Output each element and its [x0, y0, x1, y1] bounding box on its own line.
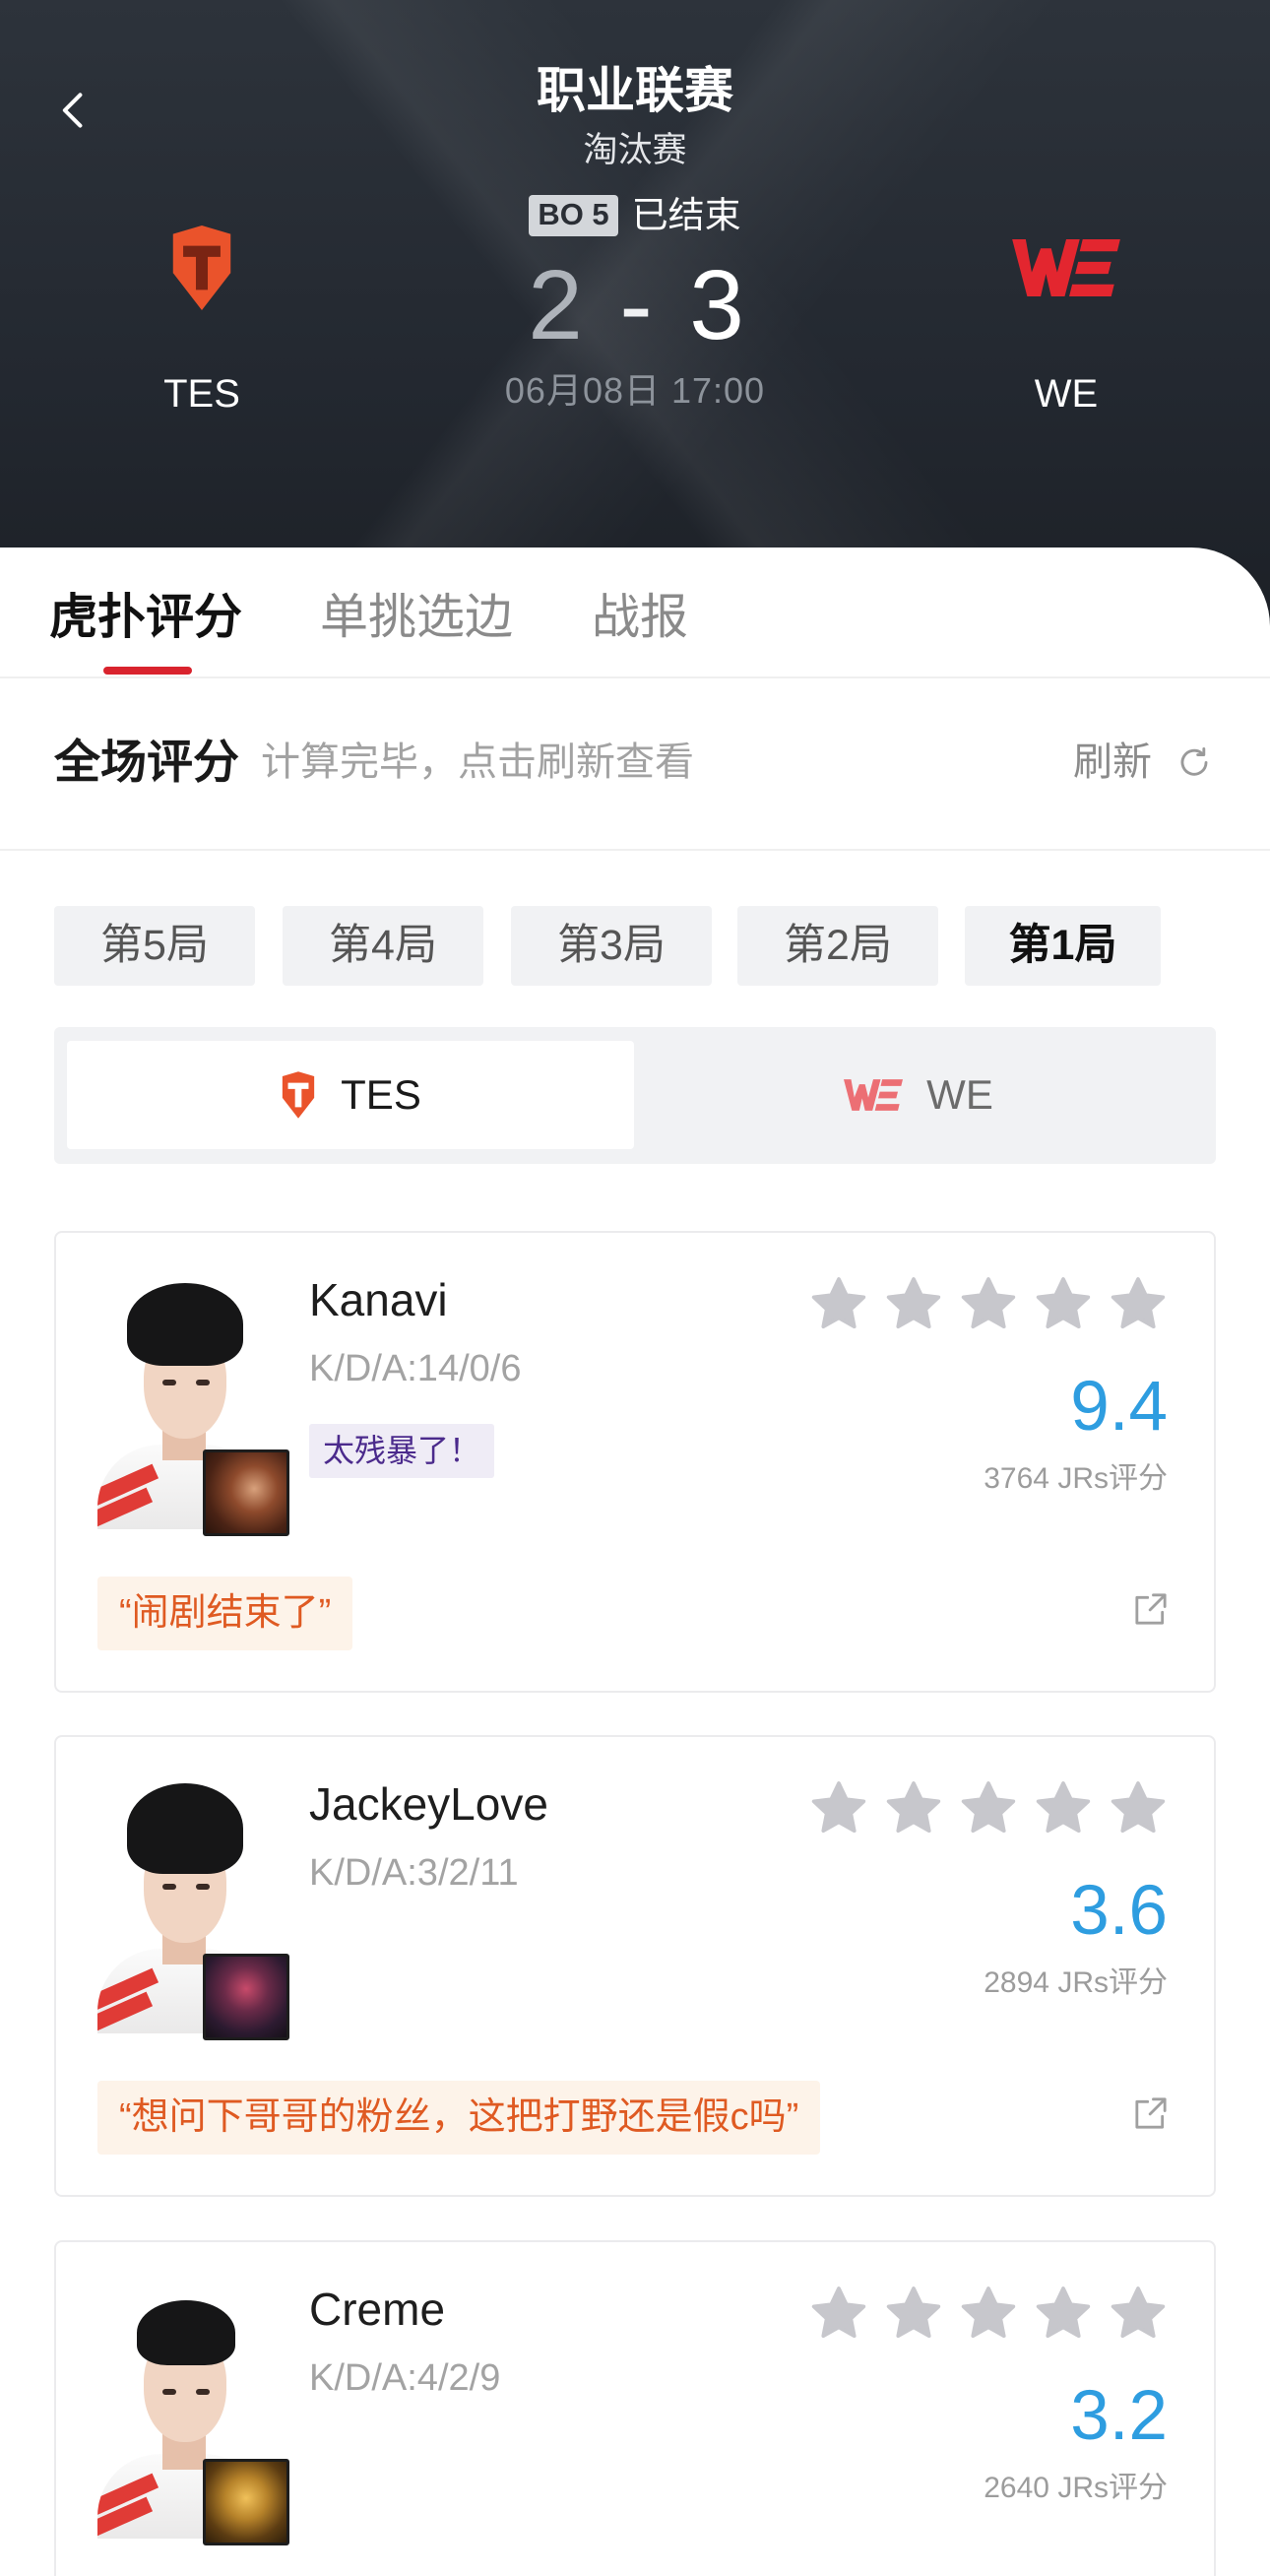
photo-eye [196, 1380, 210, 1385]
star-rating [807, 1272, 1174, 1335]
tabs-divider [0, 676, 1270, 678]
player-score: 9.4 [1070, 1368, 1168, 1446]
photo-hair [137, 2300, 235, 2365]
star-icon[interactable] [882, 1272, 945, 1335]
we-logo-icon [844, 1079, 904, 1111]
photo-eye [196, 2389, 210, 2395]
tab-pick-side[interactable]: 单挑选边 [320, 587, 513, 648]
player-score: 3.6 [1070, 1872, 1168, 1950]
section-hint: 计算完毕，点击刷新查看 [261, 741, 694, 784]
star-icon[interactable] [882, 1776, 945, 1839]
champion-icon [203, 2459, 289, 2545]
content: 虎扑评分 单挑选边 战报 全场评分 计算完毕，点击刷新查看 刷新 第5局 第4局… [0, 0, 1270, 2576]
champion-icon [203, 1954, 289, 2040]
refresh-icon [1180, 746, 1208, 776]
star-icon[interactable] [882, 2282, 945, 2345]
game-5-button[interactable]: 第5局 [54, 906, 255, 986]
share-button[interactable] [1131, 1589, 1171, 1629]
tab-report[interactable]: 战报 [592, 587, 688, 648]
section-divider [0, 849, 1270, 851]
game-4-button[interactable]: 第4局 [283, 906, 483, 986]
star-icon[interactable] [1032, 2282, 1095, 2345]
tes-logo-icon [283, 1071, 315, 1119]
team-toggle-we[interactable]: WE [634, 1041, 1203, 1149]
tab-hupu-rating[interactable]: 虎扑评分 [49, 587, 242, 648]
team-toggle-label: WE [926, 1071, 993, 1118]
photo-hair [127, 1783, 243, 1874]
star-icon[interactable] [1107, 1776, 1170, 1839]
player-kda: K/D/A:14/0/6 [309, 1348, 522, 1389]
player-card[interactable]: Kanavi K/D/A:14/0/6 太残暴了！ 9.4 3764 JRs评分… [54, 1231, 1216, 1693]
refresh-button[interactable]: 刷新 [1073, 740, 1213, 785]
hot-comment[interactable]: “闹剧结束了” [97, 1577, 353, 1650]
photo-eye [162, 1884, 176, 1890]
player-name[interactable]: Kanavi [309, 1272, 448, 1327]
player-name[interactable]: Creme [309, 2282, 445, 2337]
star-icon[interactable] [807, 2282, 870, 2345]
star-rating [807, 1776, 1174, 1839]
star-icon[interactable] [1032, 1776, 1095, 1839]
active-tab-indicator [103, 667, 192, 675]
team-toggle: TES WE [54, 1027, 1216, 1164]
photo-eye [162, 1380, 176, 1385]
share-button[interactable] [1131, 2093, 1171, 2133]
player-tag: 太残暴了！ [309, 1424, 495, 1478]
section-title: 全场评分 [54, 736, 239, 788]
vote-count: 2640 JRs评分 [984, 2472, 1168, 2504]
match-rating-screen: 职业联赛 淘汰赛 BO 5 已结束 TES 2 - 3 06月08日 17:00… [0, 0, 1270, 2576]
hot-comment[interactable]: “想问下哥哥的粉丝，这把打野还是假c吗” [97, 2081, 821, 2155]
team-toggle-label: TES [341, 1071, 421, 1118]
vote-count: 2894 JRs评分 [984, 1966, 1168, 1999]
star-icon[interactable] [957, 2282, 1020, 2345]
star-icon[interactable] [1107, 2282, 1170, 2345]
champion-icon [203, 1449, 289, 1536]
player-card[interactable]: Creme K/D/A:4/2/9 3.2 2640 JRs评分 [54, 2240, 1216, 2576]
player-name[interactable]: JackeyLove [309, 1776, 548, 1832]
star-icon[interactable] [957, 1272, 1020, 1335]
player-kda: K/D/A:4/2/9 [309, 2357, 501, 2399]
team-toggle-tes[interactable]: TES [67, 1041, 634, 1149]
player-score: 3.2 [1070, 2377, 1168, 2455]
game-3-button[interactable]: 第3局 [511, 906, 712, 986]
photo-eye [196, 1884, 210, 1890]
star-icon[interactable] [957, 1776, 1020, 1839]
share-icon [1135, 2097, 1167, 2129]
share-icon [1135, 1593, 1167, 1625]
game-2-button[interactable]: 第2局 [737, 906, 938, 986]
vote-count: 3764 JRs评分 [984, 1462, 1168, 1495]
refresh-label: 刷新 [1073, 741, 1152, 784]
player-kda: K/D/A:3/2/11 [309, 1852, 519, 1894]
star-icon[interactable] [1107, 1272, 1170, 1335]
photo-eye [162, 2389, 176, 2395]
player-card[interactable]: JackeyLove K/D/A:3/2/11 3.6 2894 JRs评分 “… [54, 1735, 1216, 2197]
photo-hair [127, 1283, 243, 1366]
star-rating [807, 2282, 1174, 2345]
star-icon[interactable] [807, 1776, 870, 1839]
star-icon[interactable] [807, 1272, 870, 1335]
game-1-button[interactable]: 第1局 [965, 906, 1161, 986]
star-icon[interactable] [1032, 1272, 1095, 1335]
